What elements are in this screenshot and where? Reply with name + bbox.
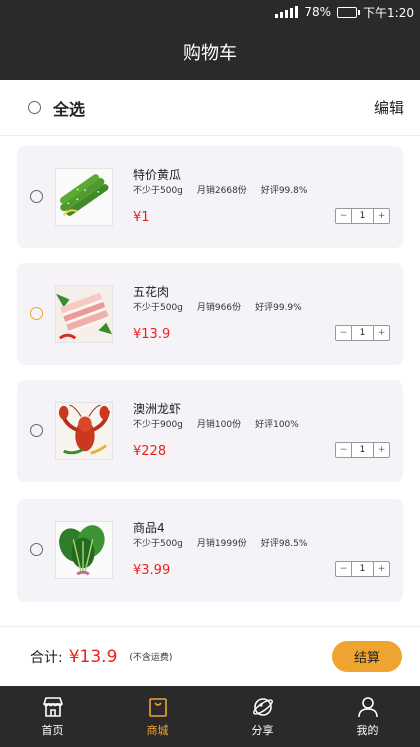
signal-icon xyxy=(275,6,299,18)
item-monthly-sales: 月销966份 xyxy=(196,303,242,313)
pork-belly-image[interactable] xyxy=(55,285,113,343)
item-monthly-sales: 月销1999份 xyxy=(196,539,247,549)
increase-button[interactable]: + xyxy=(374,562,389,576)
item-min-weight: 不少于900g xyxy=(133,420,183,430)
item-price: ¥3.99 xyxy=(133,563,171,578)
total-label: 合计: xyxy=(30,649,63,666)
item-min-weight: 不少于500g xyxy=(133,303,183,313)
cart-footer: 合计: ¥13.9 (不含运费) 结算 xyxy=(0,626,420,686)
tab-label: 商城 xyxy=(146,724,169,737)
item-meta: 不少于500g 月销2668份 好评99.8% xyxy=(133,183,307,196)
tab-mine[interactable]: 我的 xyxy=(315,686,420,747)
increase-button[interactable]: + xyxy=(374,209,389,223)
item-select-radio[interactable] xyxy=(30,190,43,203)
item-name: 五花肉 xyxy=(133,285,170,299)
tab-mall[interactable]: 商城 xyxy=(105,686,210,747)
cart-item: 商品4 不少于500g 月销1999份 好评98.5% ¥3.99 − 1 + xyxy=(17,499,403,602)
item-select-radio[interactable] xyxy=(30,424,43,437)
quantity-input[interactable]: 1 xyxy=(351,326,374,340)
decrease-button[interactable]: − xyxy=(336,209,351,223)
battery-percent: 78% xyxy=(304,5,332,19)
item-price: ¥1 xyxy=(133,210,150,225)
increase-button[interactable]: + xyxy=(374,326,389,340)
item-rating: 好评100% xyxy=(255,420,299,430)
tab-label: 我的 xyxy=(356,724,379,737)
item-rating: 好评99.8% xyxy=(260,186,308,196)
increase-button[interactable]: + xyxy=(374,443,389,457)
item-min-weight: 不少于500g xyxy=(133,539,183,549)
item-name: 澳洲龙虾 xyxy=(133,402,182,416)
lobster-image[interactable] xyxy=(55,402,113,460)
clock: 下午1:20 xyxy=(363,5,414,20)
item-rating: 好评98.5% xyxy=(260,539,308,549)
header: 购物车 xyxy=(0,24,420,80)
item-meta: 不少于900g 月销100份 好评100% xyxy=(133,417,299,430)
quantity-input[interactable]: 1 xyxy=(351,209,374,223)
cucumber-image[interactable] xyxy=(55,168,113,226)
share-planet-icon xyxy=(252,698,273,716)
cart-item: 特价黄瓜 不少于500g 月销2668份 好评99.8% ¥1 − 1 + xyxy=(17,146,403,248)
tab-share[interactable]: 分享 xyxy=(210,686,315,747)
status-bar: 78% 下午1:20 xyxy=(0,0,420,24)
tab-bar: 首页 商城 分享 我的 xyxy=(0,686,420,747)
shipping-note: (不含运费) xyxy=(129,653,173,663)
decrease-button[interactable]: − xyxy=(336,326,351,340)
item-select-radio[interactable] xyxy=(30,543,43,556)
decrease-button[interactable]: − xyxy=(336,562,351,576)
battery-icon xyxy=(337,6,361,18)
item-price: ¥228 xyxy=(133,444,167,459)
tab-home[interactable]: 首页 xyxy=(0,686,105,747)
total-amount: ¥13.9 xyxy=(68,646,118,667)
spinach-image[interactable] xyxy=(55,521,113,579)
edit-button[interactable]: 编辑 xyxy=(374,97,404,118)
cart-item: 五花肉 不少于500g 月销966份 好评99.9% ¥13.9 − 1 + xyxy=(17,263,403,365)
item-monthly-sales: 月销100份 xyxy=(196,420,242,430)
quantity-stepper: − 1 + xyxy=(335,561,390,577)
quantity-input[interactable]: 1 xyxy=(351,443,374,457)
item-select-radio[interactable] xyxy=(30,307,43,320)
quantity-input[interactable]: 1 xyxy=(351,562,374,576)
tab-label: 分享 xyxy=(251,724,274,737)
item-price: ¥13.9 xyxy=(133,327,171,342)
item-meta: 不少于500g 月销1999份 好评98.5% xyxy=(133,536,307,549)
quantity-stepper: − 1 + xyxy=(335,442,390,458)
item-rating: 好评99.9% xyxy=(255,303,302,313)
item-name: 特价黄瓜 xyxy=(133,168,182,182)
select-all-label[interactable]: 全选 xyxy=(53,96,85,120)
shopping-bag-icon xyxy=(148,698,167,717)
cart-item: 澳洲龙虾 不少于900g 月销100份 好评100% ¥228 − 1 + xyxy=(17,380,403,482)
item-name: 商品4 xyxy=(133,521,165,535)
cart-toolbar: 全选 编辑 xyxy=(0,80,420,136)
quantity-stepper: − 1 + xyxy=(335,325,390,341)
cart-list: 特价黄瓜 不少于500g 月销2668份 好评99.8% ¥1 − 1 + 五花… xyxy=(0,136,420,626)
select-all-radio[interactable] xyxy=(28,101,41,114)
tab-label: 首页 xyxy=(41,724,64,737)
item-min-weight: 不少于500g xyxy=(133,186,183,196)
decrease-button[interactable]: − xyxy=(336,443,351,457)
checkout-button[interactable]: 结算 xyxy=(332,641,402,672)
item-monthly-sales: 月销2668份 xyxy=(196,186,247,196)
quantity-stepper: − 1 + xyxy=(335,208,390,224)
store-icon xyxy=(42,697,63,717)
user-icon xyxy=(357,697,378,718)
page-title: 购物车 xyxy=(183,43,237,64)
item-meta: 不少于500g 月销966份 好评99.9% xyxy=(133,300,302,313)
